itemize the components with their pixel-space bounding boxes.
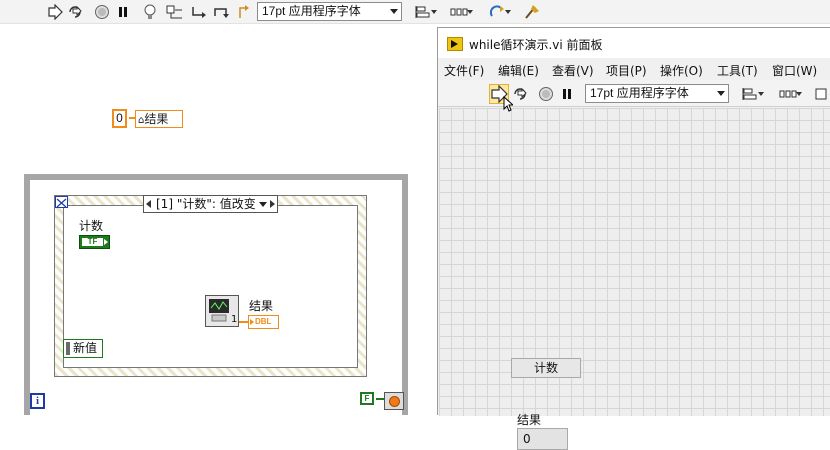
loop-condition-terminal[interactable] xyxy=(384,392,404,410)
font-select-value: 17pt 应用程序字体 xyxy=(590,86,689,100)
menu-operate[interactable]: 操作(O) xyxy=(660,62,703,79)
labview-vi-icon xyxy=(447,37,463,51)
local-variable-result[interactable]: ⌂结果 xyxy=(135,110,183,128)
chevron-down-icon[interactable] xyxy=(259,202,267,207)
step-into-icon[interactable] xyxy=(190,2,210,21)
terminal-type: TF xyxy=(82,238,103,246)
local-variable-label: 结果 xyxy=(144,112,169,126)
cleanup-diagram-icon[interactable] xyxy=(522,2,542,21)
terminal-arrow-icon xyxy=(104,239,108,245)
run-continuously-icon[interactable] xyxy=(66,2,86,21)
menu-view[interactable]: 查看(V) xyxy=(552,62,594,79)
result-terminal-label: 结果 xyxy=(249,299,274,313)
menu-tools[interactable]: 工具(T) xyxy=(717,62,758,79)
event-selector-label: [1] "计数": 值改变 xyxy=(156,197,256,211)
stop-condition-icon xyxy=(389,396,400,407)
count-boolean-terminal[interactable]: TF xyxy=(79,235,110,249)
run-arrow-icon[interactable] xyxy=(45,2,65,21)
menu-bar: 文件(F) 编辑(E) 查看(V) 项目(P) 操作(O) 工具(T) 窗口(W… xyxy=(438,58,830,80)
resize-objects-icon[interactable] xyxy=(811,84,830,103)
step-out-icon[interactable] xyxy=(234,2,254,21)
chevron-down-icon xyxy=(717,91,725,96)
event-timeout-icon[interactable] xyxy=(55,196,68,208)
align-objects-icon[interactable] xyxy=(410,2,437,21)
previous-case-icon[interactable] xyxy=(146,200,151,208)
event-case-frame xyxy=(63,205,358,368)
pause-icon[interactable] xyxy=(113,2,133,21)
event-case-selector[interactable]: [1] "计数": 值改变 xyxy=(143,195,278,213)
retain-wire-values-icon[interactable] xyxy=(165,2,185,21)
front-panel-titlebar[interactable]: while循环演示.vi 前面板 xyxy=(438,28,830,58)
menu-file[interactable]: 文件(F) xyxy=(444,62,484,79)
terminal-type: DBL xyxy=(255,317,272,326)
next-case-icon[interactable] xyxy=(270,200,275,208)
font-select[interactable]: 17pt 应用程序字体 xyxy=(257,2,402,21)
menu-project[interactable]: 项目(P) xyxy=(606,62,647,79)
menu-edit[interactable]: 编辑(E) xyxy=(498,62,539,79)
front-panel-canvas[interactable]: 计数 结果 0 xyxy=(439,108,830,450)
event-data-bar xyxy=(66,342,70,355)
new-value-event-data-node[interactable]: 新值 xyxy=(63,339,103,358)
distribute-objects-icon[interactable] xyxy=(446,2,473,21)
block-diagram-toolbar: 17pt 应用程序字体 xyxy=(0,0,830,24)
new-value-label: 新值 xyxy=(73,341,98,355)
pause-icon[interactable] xyxy=(557,84,577,103)
count-button[interactable]: 计数 xyxy=(511,358,581,378)
result-indicator-label: 结果 xyxy=(517,413,542,427)
result-dbl-terminal[interactable]: DBL xyxy=(248,315,279,329)
menu-window[interactable]: 窗口(W) xyxy=(772,62,817,79)
abort-icon[interactable] xyxy=(92,2,112,21)
abort-icon[interactable] xyxy=(536,84,556,103)
count-terminal-label: 计数 xyxy=(79,219,104,233)
font-select-value: 17pt 应用程序字体 xyxy=(262,4,361,18)
front-panel-window[interactable]: while循环演示.vi 前面板 文件(F) 编辑(E) 查看(V) 项目(P)… xyxy=(437,27,830,450)
numeric-constant-zero[interactable]: 0 xyxy=(112,109,127,128)
mouse-cursor-icon xyxy=(503,95,515,115)
font-select[interactable]: 17pt 应用程序字体 xyxy=(585,84,729,103)
result-indicator: 0 xyxy=(517,428,568,450)
chevron-down-icon xyxy=(390,9,398,14)
increment-node[interactable]: 1 xyxy=(205,295,239,327)
distribute-objects-icon[interactable] xyxy=(774,84,802,103)
bulb-icon[interactable] xyxy=(140,2,160,21)
window-title: while循环演示.vi 前面板 xyxy=(469,38,603,52)
increment-constant: 1 xyxy=(231,314,238,325)
reorder-icon[interactable] xyxy=(483,2,511,21)
false-constant[interactable]: F xyxy=(360,392,374,405)
step-over-icon[interactable] xyxy=(212,2,232,21)
align-objects-icon[interactable] xyxy=(736,84,764,103)
iteration-terminal[interactable]: i xyxy=(30,393,45,409)
terminal-arrow-icon xyxy=(250,319,254,325)
run-continuously-icon[interactable] xyxy=(511,84,531,103)
